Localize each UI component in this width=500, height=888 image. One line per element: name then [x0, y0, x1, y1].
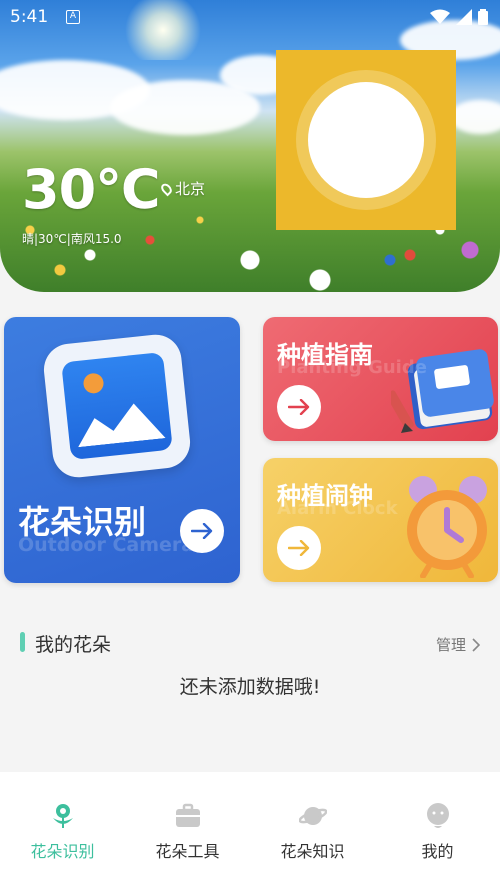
planting-alarm-card[interactable]: Alarm Clock 种植闹钟	[263, 458, 498, 582]
temperature: 30℃	[22, 158, 161, 221]
my-flowers-title: 我的花朵	[35, 634, 112, 656]
flower-identify-card[interactable]: Outdoor Camera 花朵识别	[4, 317, 240, 583]
location[interactable]: 北京	[159, 178, 206, 199]
weather-description: 晴|30℃|南风15.0	[22, 232, 122, 246]
nav-item-flower-tools[interactable]: 花朵工具	[125, 772, 250, 888]
planting-guide-arrow-button[interactable]	[277, 385, 321, 429]
bottom-navigation: 花朵识别 花朵工具 花朵知识 我的	[0, 772, 500, 888]
nav-label: 花朵知识	[280, 842, 345, 861]
status-icons	[430, 9, 488, 25]
wifi-icon	[430, 9, 450, 24]
card-title: 种植指南	[277, 341, 373, 369]
location-label: 北京	[175, 180, 206, 198]
manage-link[interactable]: 管理	[436, 634, 480, 655]
arrow-right-icon	[288, 540, 310, 556]
nav-item-mine[interactable]: 我的	[375, 772, 500, 888]
manage-label: 管理	[435, 636, 466, 654]
nav-label: 花朵识别	[30, 842, 95, 861]
flower-icon	[52, 804, 73, 828]
card-title: 种植闹钟	[277, 482, 373, 510]
alarm-clock-icon	[407, 476, 487, 578]
empty-state-text: 还未添加数据哦!	[179, 676, 321, 698]
sun-core	[308, 82, 424, 198]
toolbox-icon	[175, 803, 200, 827]
signal-icon	[456, 9, 472, 25]
battery-icon	[478, 9, 488, 25]
section-accent-bar	[20, 632, 25, 652]
planting-alarm-arrow-button[interactable]	[277, 526, 321, 570]
flower-identify-arrow-button[interactable]	[180, 509, 224, 553]
planet-icon	[298, 807, 327, 825]
card-title: 花朵识别	[18, 503, 147, 541]
chevron-right-icon	[472, 637, 480, 652]
sunny-weather-icon	[276, 50, 456, 230]
profile-icon	[426, 803, 449, 828]
photo-icon	[41, 332, 193, 480]
nav-label: 花朵工具	[155, 842, 220, 861]
arrow-right-icon	[191, 523, 213, 539]
app-notification-icon: A	[66, 10, 80, 24]
status-time: 5:41	[10, 7, 49, 27]
location-pin-icon	[159, 181, 174, 196]
planting-guide-card[interactable]: Planting Guide 种植指南	[263, 317, 498, 441]
nav-label: 我的	[421, 842, 454, 861]
nav-item-flower-knowledge[interactable]: 花朵知识	[250, 772, 375, 888]
cloud	[450, 100, 500, 134]
arrow-right-icon	[288, 399, 310, 415]
nav-item-flower-identify[interactable]: 花朵识别	[0, 772, 125, 888]
status-bar: 5:41 A	[0, 0, 500, 34]
weather-hero: 5:41 A 30℃ 北京 晴|30℃|南风15.0	[0, 0, 500, 292]
